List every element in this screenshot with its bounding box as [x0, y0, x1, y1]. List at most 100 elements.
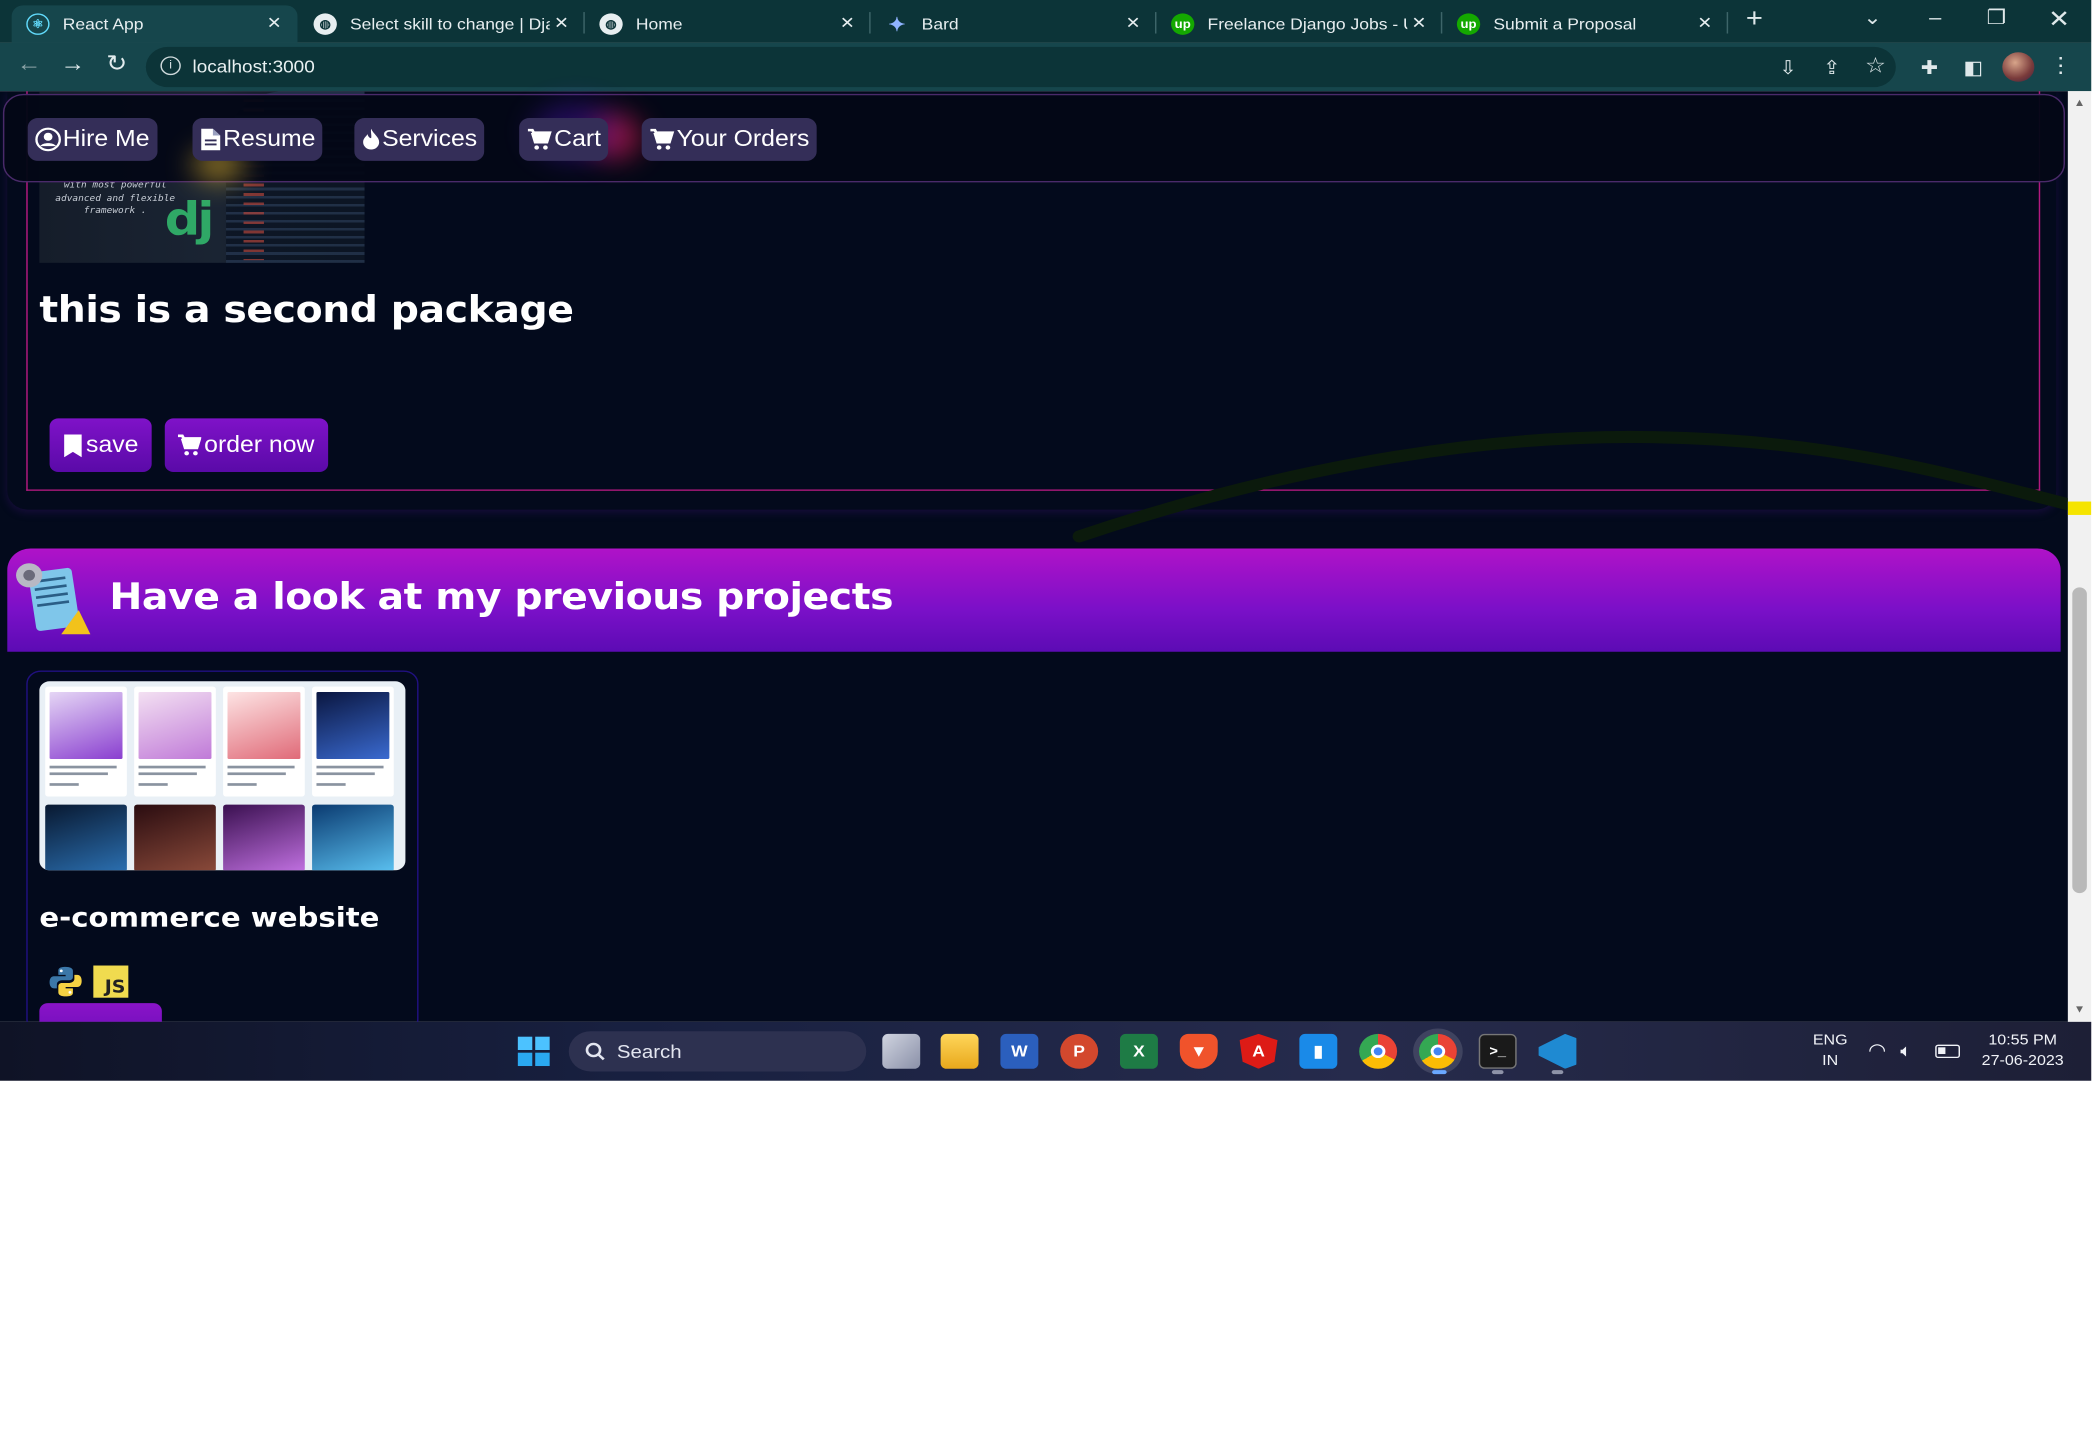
windows-start-icon[interactable] [517, 1036, 550, 1067]
order-now-button[interactable]: order now [164, 418, 328, 473]
nav-cart[interactable]: Cart [519, 118, 609, 161]
region-code: IN [1822, 1052, 1839, 1069]
brave-icon[interactable]: ▼ [1179, 1033, 1218, 1069]
profile-avatar[interactable] [2002, 52, 2035, 82]
task-view-icon[interactable] [882, 1033, 921, 1069]
forward-icon[interactable]: → [55, 48, 90, 80]
globe-icon: ◍ [313, 13, 337, 35]
clock-time: 10:55 PM [1988, 1032, 2058, 1049]
close-tab-icon[interactable]: × [836, 12, 859, 36]
tab-title: Freelance Django Jobs - Up [1207, 14, 1408, 34]
site-info-icon[interactable]: i [160, 56, 181, 76]
nav-label: Services [382, 126, 478, 152]
close-tab-icon[interactable]: × [263, 12, 286, 36]
clock[interactable]: 10:55 PM 27-06-2023 [1975, 1031, 2071, 1071]
language-code: ENG [1812, 1032, 1848, 1049]
file-icon [201, 128, 221, 151]
address-bar[interactable]: i localhost:3000 [145, 46, 1896, 88]
python-icon [49, 966, 82, 997]
tab-upwork-proposal[interactable]: up Submit a Proposal × [1442, 5, 1728, 43]
nav-your-orders[interactable]: Your Orders [641, 118, 817, 161]
project-view-button[interactable] [39, 1003, 162, 1022]
tab-title: Home [635, 14, 683, 34]
upwork-icon: up [1456, 13, 1481, 35]
js-icon: JS [93, 965, 129, 998]
tab-search-chevron-icon[interactable]: ⌄ [1852, 5, 1893, 32]
product-tile [312, 804, 394, 871]
project-name: e-commerce website [39, 901, 380, 934]
active-app-indicator [1432, 1070, 1447, 1075]
projects-heading: Have a look at my previous projects [109, 576, 894, 619]
product-tile [45, 804, 127, 871]
close-window-icon[interactable]: ✕ [2039, 5, 2080, 32]
taskbar-search[interactable]: Search [568, 1031, 867, 1072]
tab-bard[interactable]: ✦ Bard × [871, 5, 1157, 43]
search-icon [585, 1042, 605, 1061]
tab-django-admin[interactable]: ◍ Select skill to change | Djan × [299, 5, 585, 43]
battery-icon[interactable] [1935, 1044, 1960, 1059]
notes-app-icon[interactable]: ▮ [1299, 1033, 1338, 1069]
save-button[interactable]: save [49, 418, 152, 473]
language-indicator[interactable]: ENG IN [1808, 1031, 1852, 1071]
tab-title: Submit a Proposal [1493, 14, 1637, 34]
save-button-label: save [86, 431, 139, 458]
package-title: this is a second package [39, 289, 574, 332]
cart-icon [527, 128, 552, 150]
app-indicator [1491, 1070, 1504, 1075]
close-tab-icon[interactable]: × [1407, 12, 1430, 36]
new-tab-icon[interactable]: + [1734, 5, 1775, 32]
file-explorer-icon[interactable] [940, 1033, 979, 1069]
scroll-down-icon[interactable]: ▼ [2074, 1003, 2086, 1015]
project-screenshot-image [39, 681, 406, 871]
excel-icon[interactable]: X [1120, 1033, 1158, 1069]
product-tile [134, 686, 216, 797]
close-tab-icon[interactable]: × [550, 12, 573, 36]
tab-home[interactable]: ◍ Home × [585, 5, 871, 43]
scroll-settings-icon [16, 563, 91, 635]
nav-services[interactable]: Services [354, 118, 485, 161]
nav-label: Resume [223, 126, 316, 152]
wifi-icon[interactable]: ◠ [1868, 1040, 1886, 1061]
minimize-icon[interactable]: – [1915, 5, 1956, 32]
cart-icon [177, 434, 202, 456]
side-panel-icon[interactable]: ◧ [1959, 54, 1988, 81]
product-tile [45, 686, 127, 797]
product-tile [134, 804, 216, 871]
tab-react-app[interactable]: ⚛ React App × [11, 5, 298, 43]
chrome-profile-icon[interactable] [1418, 1033, 1457, 1069]
page-viewport: with most powerful advanced and flexible… [0, 91, 2068, 1022]
menu-kebab-icon[interactable]: ⋮ [2046, 54, 2075, 81]
terminal-icon[interactable]: >_ [1478, 1033, 1517, 1069]
volume-icon[interactable]: 🔈︎ [1900, 1041, 1911, 1061]
url-text: localhost:3000 [192, 56, 315, 77]
nav-label: Hire Me [62, 126, 150, 152]
scrollbar-thumb[interactable] [2072, 587, 2087, 894]
back-icon[interactable]: ← [12, 48, 47, 80]
powerpoint-icon[interactable]: P [1060, 1033, 1099, 1069]
word-icon[interactable]: W [1000, 1033, 1039, 1069]
background-swoosh-decoration [1072, 430, 2068, 543]
nav-resume[interactable]: Resume [192, 118, 323, 161]
tab-separator [1726, 12, 1729, 34]
chrome-icon[interactable] [1359, 1033, 1398, 1069]
tab-title: React App [62, 14, 144, 34]
product-tile [312, 686, 394, 797]
share-icon[interactable]: ⇪ [1817, 54, 1846, 81]
close-tab-icon[interactable]: × [1693, 12, 1716, 36]
restore-icon[interactable]: ❐ [1976, 5, 2017, 32]
scroll-up-icon[interactable]: ▲ [2074, 97, 2086, 109]
extensions-puzzle-icon[interactable]: ✚ [1915, 54, 1944, 81]
order-now-label: order now [204, 431, 315, 458]
reload-icon[interactable]: ↻ [99, 48, 134, 80]
install-app-icon[interactable]: ⇩ [1773, 54, 1802, 81]
product-tile [223, 686, 305, 797]
close-tab-icon[interactable]: × [1121, 12, 1144, 36]
product-tile [223, 804, 305, 871]
cart-icon [650, 128, 675, 150]
windows-taskbar [0, 1021, 2092, 1081]
nav-hire-me[interactable]: Hire Me [27, 118, 157, 161]
react-icon: ⚛ [26, 13, 50, 35]
bookmark-star-icon[interactable]: ☆ [1861, 54, 1890, 81]
tab-upwork-jobs[interactable]: up Freelance Django Jobs - Up × [1156, 5, 1442, 43]
page-scrollbar[interactable]: ▲ ▼ [2067, 91, 2092, 1022]
